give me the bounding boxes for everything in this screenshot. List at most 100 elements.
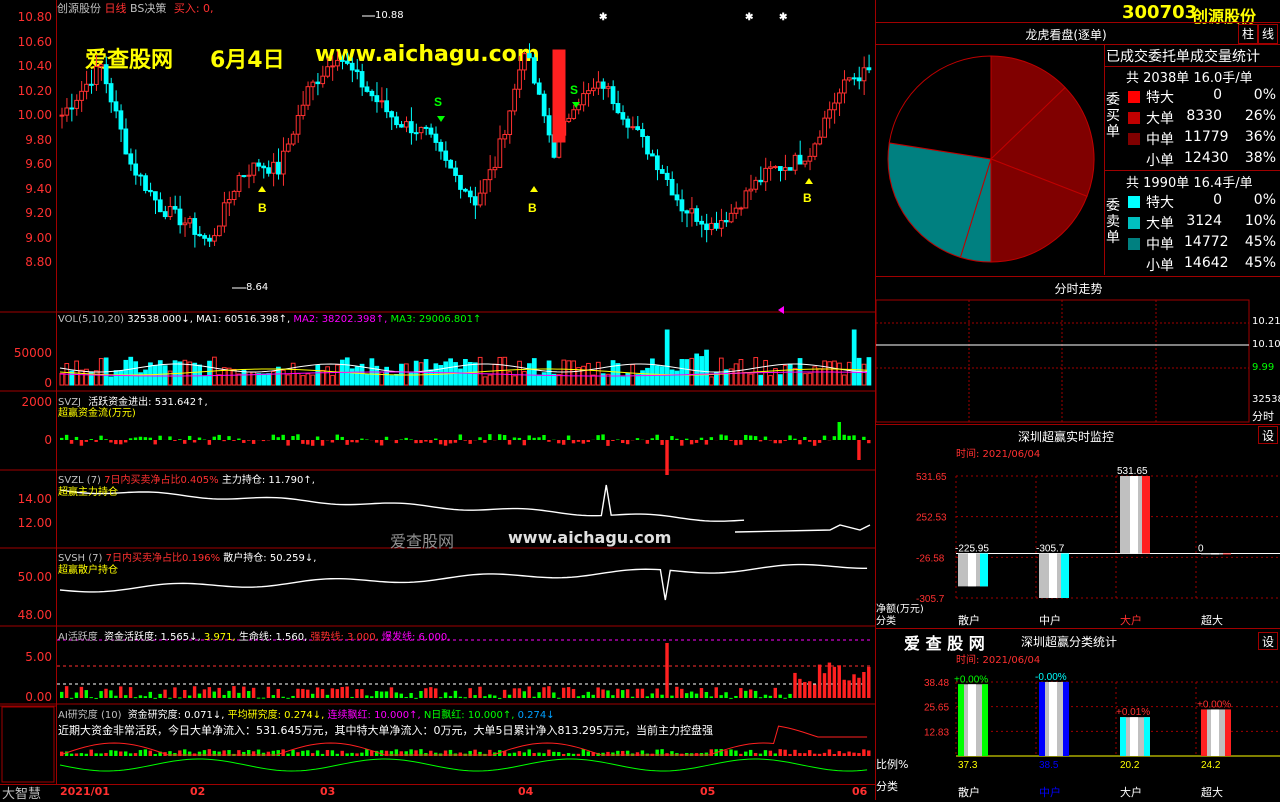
candle-body — [754, 180, 758, 189]
bar-mode-button[interactable]: 柱 — [1238, 24, 1258, 44]
date-axis-2: 03 — [320, 785, 335, 798]
research-bar — [793, 750, 796, 756]
candle-body — [60, 115, 64, 116]
activity-bar — [444, 692, 447, 698]
volume-bar — [793, 368, 797, 385]
class-stats-chart[interactable]: 38.4825.6512.83+0.00%37.3散户-0.00%38.5中户+… — [876, 664, 1280, 800]
fund-flow-bar — [336, 435, 339, 440]
candle-body — [424, 127, 428, 128]
candle-body — [601, 82, 605, 88]
research-bar — [577, 754, 580, 756]
class-ylabel: 比例% — [876, 756, 908, 772]
intraday-chart[interactable] — [876, 298, 1280, 424]
activity-bar — [513, 688, 516, 698]
class-bar-edge — [1201, 709, 1207, 756]
candle-body — [134, 164, 138, 175]
fund-flow-bar — [331, 440, 334, 442]
activity-bar — [390, 687, 393, 698]
activity-bar — [306, 690, 309, 698]
activity-bar — [636, 689, 639, 698]
fund-flow-bar — [813, 440, 816, 446]
realtime-monitor-chart[interactable]: 531.65252.53-26.58-305.7-225.95散户-305.7中… — [876, 458, 1280, 628]
candle-body — [651, 154, 655, 156]
candle-body — [114, 102, 118, 111]
activity-bar — [242, 687, 245, 698]
stat-pct: 0% — [1238, 192, 1276, 208]
activity-bar — [660, 695, 663, 698]
fund-flow-bar — [518, 438, 521, 440]
fund-flow-bar — [680, 440, 683, 446]
activity-bar — [715, 687, 718, 698]
fund-flow-bar — [577, 440, 580, 442]
research-bar — [833, 754, 836, 756]
research-bar — [867, 750, 870, 756]
research-bar — [562, 754, 565, 756]
research-bar — [862, 749, 865, 756]
candle-body — [306, 87, 310, 106]
class-bar-edge — [982, 684, 988, 756]
candle-body — [247, 175, 251, 176]
line-mode-button[interactable]: 线 — [1258, 24, 1278, 44]
candle-body — [532, 58, 536, 83]
buy-marker-b: B — [803, 191, 812, 205]
fund-flow-bar — [513, 437, 516, 440]
class-xlabel: 分类 — [876, 778, 898, 794]
sell-marker-s: S — [570, 83, 578, 97]
volume-bar — [695, 354, 699, 385]
candle-body — [665, 173, 669, 179]
fund-flow-bar — [675, 439, 678, 440]
activity-bar — [857, 678, 860, 698]
activity-bar — [311, 694, 314, 698]
ai-research-summary: 近期大资金非常活跃，今日大单净流入：531.645万元，其中特大单净流入：0万元… — [58, 722, 713, 738]
candle-body — [611, 87, 615, 104]
volume-bar — [306, 374, 310, 385]
fund-flow-bar — [478, 437, 481, 440]
volume-bar — [867, 358, 871, 385]
fenshi-label: 分时 — [1252, 408, 1274, 424]
activity-bar — [94, 698, 97, 699]
star-icon: ✱ — [599, 12, 608, 23]
activity-bar — [764, 695, 767, 698]
sell-total: 共 1990单 16.4手/单 — [1126, 172, 1253, 191]
volume-bar — [690, 358, 694, 385]
activity-bar — [838, 665, 841, 698]
fund-flow-bar — [178, 439, 181, 440]
candle-body — [345, 61, 349, 63]
monitor-bar-label: 0 — [1198, 543, 1204, 554]
candle-body — [183, 223, 187, 225]
fund-flow-bar — [454, 440, 457, 443]
fenshi-divider-top — [876, 276, 1280, 277]
fund-flow-bar — [60, 438, 63, 440]
candle-body — [277, 162, 281, 174]
candle-body — [454, 168, 458, 175]
order-pie-chart[interactable] — [876, 45, 1106, 275]
candle-body — [104, 65, 108, 84]
activity-bar — [719, 695, 722, 698]
fund-flow-bar — [434, 439, 437, 440]
activity-bar — [360, 689, 363, 698]
volume-bar — [124, 360, 128, 385]
research-bar — [685, 753, 688, 756]
activity-bar — [552, 692, 555, 698]
fund-flow-bar — [823, 436, 826, 440]
activity-bar — [434, 688, 437, 698]
fund-flow-bar — [700, 438, 703, 440]
volume-bar — [710, 377, 714, 385]
activity-bar — [488, 694, 491, 698]
research-bar — [852, 753, 855, 756]
volume-bar — [272, 371, 276, 385]
monitor-settings-button[interactable]: 设 — [1258, 426, 1278, 444]
candle-body — [788, 168, 792, 171]
date-axis-4: 05 — [700, 785, 715, 798]
activity-bar — [80, 687, 83, 698]
stat-label: 中单 — [1146, 234, 1174, 254]
activity-bar — [744, 691, 747, 698]
activity-bar — [75, 692, 78, 698]
fund-flow-bar — [857, 440, 860, 460]
class-settings-button[interactable]: 设 — [1258, 632, 1278, 650]
fund-flow-bar — [488, 434, 491, 440]
fund-flow-bar — [547, 440, 550, 442]
svzl-desc: 7日内买卖净占比0.405% — [104, 475, 219, 486]
fund-flow-bar — [439, 440, 442, 444]
activity-bar — [808, 681, 811, 698]
